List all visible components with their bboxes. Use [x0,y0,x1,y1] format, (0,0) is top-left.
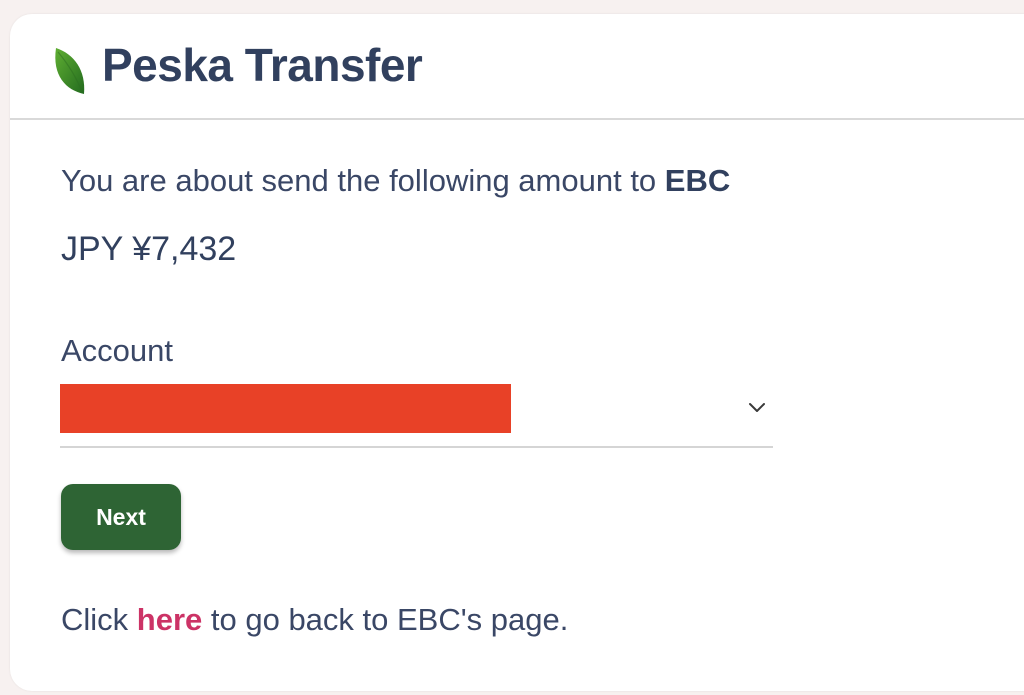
transfer-amount: JPY ¥7,432 [61,230,237,268]
back-link[interactable]: here [137,602,202,637]
chevron-down-icon [749,403,765,412]
back-message: Click here to go back to EBC's page. [61,602,568,638]
transfer-intro: You are about send the following amount … [61,163,730,199]
account-label: Account [61,333,174,368]
intro-text: You are about send the following amount … [61,163,665,198]
header: Peska Transfer [10,14,1024,120]
back-suffix: to go back to EBC's page. [202,602,569,637]
redacted-account-value [60,384,511,433]
leaf-icon [55,48,85,94]
next-button[interactable]: Next [61,484,181,550]
recipient-name: EBC [664,163,731,198]
account-select[interactable] [60,384,773,448]
brand-title: Peska Transfer [102,39,423,91]
back-prefix: Click [61,602,137,637]
transfer-card: Peska Transfer You are about send the fo… [10,14,1024,691]
